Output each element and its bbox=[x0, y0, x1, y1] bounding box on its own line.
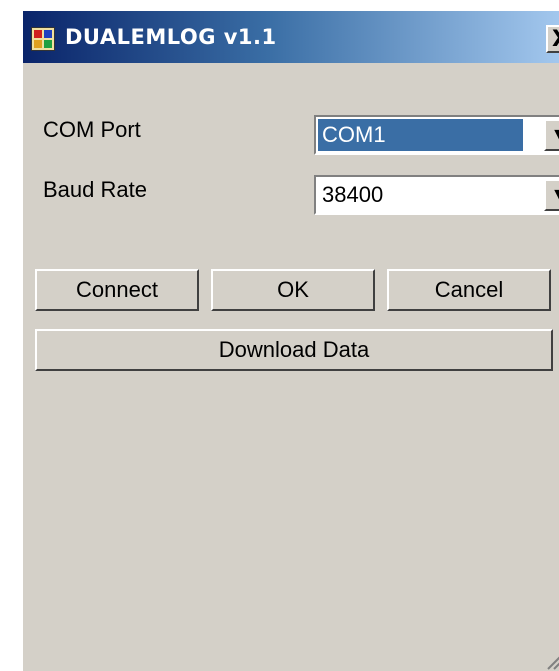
com-port-dropdown-button[interactable]: ▼ bbox=[544, 119, 559, 151]
close-icon: X bbox=[552, 27, 559, 52]
title-bar[interactable]: DUALEMLOG v1.1 X bbox=[23, 11, 559, 63]
com-port-label: COM Port bbox=[43, 117, 141, 142]
chevron-down-icon: ▼ bbox=[551, 186, 559, 203]
baud-rate-select[interactable]: 38400 ▼ bbox=[314, 175, 559, 215]
download-data-button[interactable]: Download Data bbox=[35, 329, 553, 371]
chevron-down-icon: ▼ bbox=[551, 126, 559, 143]
window-title: DUALEMLOG v1.1 bbox=[65, 25, 277, 49]
connect-button[interactable]: Connect bbox=[35, 269, 199, 311]
cancel-button[interactable]: Cancel bbox=[387, 269, 551, 311]
resize-grip-icon[interactable] bbox=[542, 645, 559, 671]
com-port-select[interactable]: COM1 ▼ bbox=[314, 115, 559, 155]
baud-rate-value: 38400 bbox=[322, 182, 384, 207]
baud-rate-dropdown-button[interactable]: ▼ bbox=[544, 179, 559, 211]
ok-button[interactable]: OK bbox=[211, 269, 375, 311]
baud-rate-label: Baud Rate bbox=[43, 177, 147, 202]
app-icon[interactable] bbox=[31, 27, 55, 51]
close-button[interactable]: X bbox=[546, 25, 559, 53]
com-port-value: COM1 bbox=[318, 119, 523, 151]
dialog-window: DUALEMLOG v1.1 X COM Port COM1 ▼ Baud Ra… bbox=[22, 10, 559, 671]
